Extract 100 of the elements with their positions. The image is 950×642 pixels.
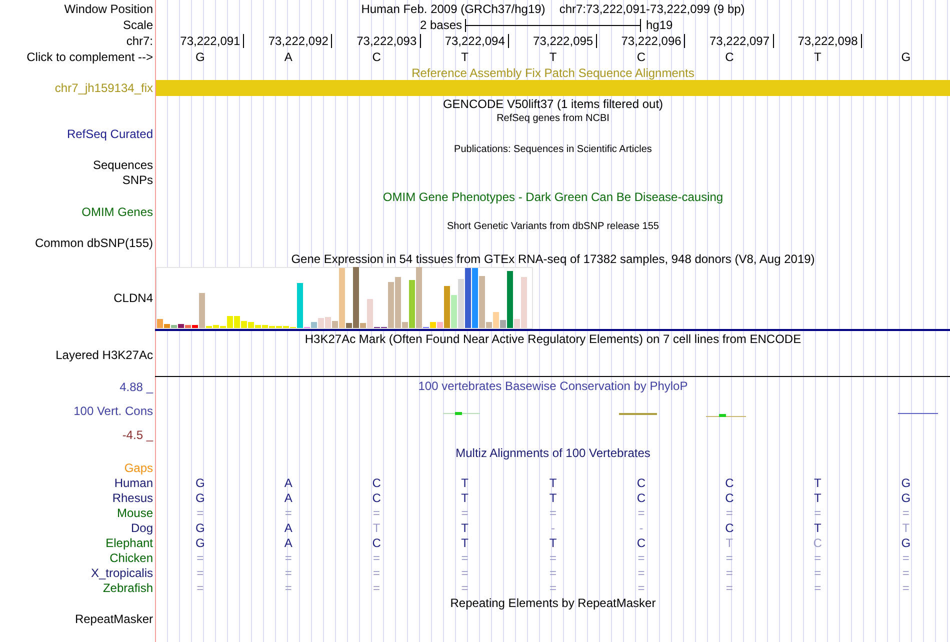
conservation-mark	[443, 412, 480, 415]
aligned-base: =	[638, 566, 645, 578]
aligned-base: =	[373, 552, 380, 564]
species-label: X_tropicalis	[90, 566, 153, 578]
aligned-base: =	[461, 506, 468, 518]
track-title: OMIM Gene Phenotypes - Dark Green Can Be Disease-causing	[382, 190, 724, 202]
aligned-base: =	[726, 506, 733, 518]
aligned-base: =	[814, 506, 822, 518]
aligned-base: C	[725, 492, 734, 504]
aligned-base: G	[195, 522, 205, 534]
aligned-base: C	[636, 536, 646, 548]
track-label: -4.5 _	[122, 427, 153, 443]
aligned-base: =	[196, 582, 204, 594]
species-label: Rhesus	[112, 492, 153, 504]
track-title: RefSeq genes from NCBI	[496, 114, 610, 124]
aligned-base: =	[284, 506, 292, 518]
aligned-base: =	[461, 552, 468, 564]
track-label: Sequences	[92, 158, 153, 170]
aligned-base: A	[284, 492, 292, 504]
aligned-base: =	[284, 552, 292, 564]
track-title: Multiz Alignments of 100 Vertebrates	[456, 447, 650, 459]
aligned-base: =	[726, 566, 733, 578]
aligned-base: A	[284, 476, 292, 488]
species-label: Zebrafish	[102, 582, 153, 594]
track-label: OMIM Genes	[82, 206, 153, 218]
position-label: 73,222,097	[709, 35, 771, 47]
track-label: chr7:	[126, 35, 153, 47]
track-label: RepeatMasker	[74, 612, 153, 624]
track-label: 100 Vert. Cons	[74, 403, 153, 419]
assembly-title: Human Feb. 2009 (GRCh37/hg19)	[361, 2, 546, 14]
aligned-base: A	[284, 536, 292, 548]
species-label: Mouse	[116, 506, 153, 518]
position-label: 73,222,098	[798, 35, 859, 47]
aligned-base: T	[372, 522, 380, 534]
base-letter: T	[549, 51, 557, 63]
aligned-base: -	[550, 522, 555, 534]
assembly-name: hg19	[645, 19, 674, 31]
aligned-base: T	[814, 522, 822, 534]
position-label: 73,222,095	[533, 35, 594, 47]
aligned-base: -	[639, 522, 644, 534]
aligned-base: =	[196, 506, 204, 518]
aligned-base: C	[372, 536, 381, 548]
tick-mark	[508, 34, 509, 48]
aligned-base: C	[725, 476, 734, 488]
track-label: Scale	[122, 19, 153, 31]
aligned-base: G	[195, 536, 205, 548]
aligned-base: C	[372, 492, 381, 504]
track-label: Window Position	[64, 2, 153, 14]
aligned-base: =	[726, 552, 733, 564]
base-letter: G	[901, 51, 911, 63]
aligned-base: T	[549, 492, 557, 504]
aligned-base: C	[813, 536, 822, 548]
base-letter: A	[284, 51, 292, 63]
base-letter: C	[636, 51, 646, 63]
aligned-base: G	[195, 476, 205, 488]
aligned-base: T	[814, 476, 822, 488]
aligned-base: T	[549, 476, 557, 488]
conservation-mark	[706, 414, 746, 417]
conservation-mark	[898, 413, 938, 414]
track-label: Gaps	[124, 462, 153, 474]
track-title: 100 vertebrates Basewise Conservation by PhyloP	[418, 380, 688, 392]
track-label: Click to complement -->	[26, 51, 153, 63]
tick-mark	[420, 34, 421, 48]
base-letter: T	[461, 51, 468, 63]
aligned-base: C	[372, 476, 381, 488]
aligned-base: =	[902, 566, 910, 578]
base-letter: C	[725, 51, 734, 63]
aligned-base: =	[549, 566, 556, 578]
tick-mark	[331, 34, 332, 48]
track-label: SNPs	[122, 174, 153, 186]
track-title: Publications: Sequences in Scientific Articles	[454, 144, 652, 154]
aligned-base: =	[196, 566, 204, 578]
aligned-base: T	[726, 536, 734, 548]
aligned-base: =	[549, 506, 556, 518]
position-label: 73,222,093	[356, 35, 418, 47]
aligned-base: =	[461, 566, 468, 578]
aligned-base: =	[638, 506, 645, 518]
aligned-base: =	[902, 506, 910, 518]
aligned-base: =	[902, 582, 910, 594]
aligned-base: =	[814, 582, 822, 594]
tick-mark	[684, 34, 686, 48]
species-label: Elephant	[106, 536, 153, 548]
aligned-base: =	[284, 582, 292, 594]
position-label: 73,222,091	[180, 35, 242, 47]
position-text: chr7:73,222,091-73,222,099 (9 bp)	[559, 2, 745, 14]
track-label: 4.88 _	[120, 379, 153, 395]
aligned-base: =	[461, 582, 468, 594]
base-letter: G	[195, 51, 205, 63]
aligned-base: =	[638, 582, 645, 594]
base-letter: C	[372, 51, 381, 63]
position-label: 73,222,094	[444, 35, 506, 47]
aligned-base: G	[195, 492, 205, 504]
aligned-base: G	[901, 476, 911, 488]
tick-mark	[772, 34, 774, 48]
tick-mark	[860, 34, 862, 48]
track-label: chr7_jh159134_fix	[54, 82, 153, 94]
aligned-base: =	[549, 552, 556, 564]
track-title: H3K27Ac Mark (Often Found Near Active Regulatory Elements) on 7 cell lines from ENCODE	[304, 333, 802, 345]
aligned-base: T	[461, 476, 468, 488]
track-title: Repeating Elements by RepeatMasker	[450, 597, 656, 609]
